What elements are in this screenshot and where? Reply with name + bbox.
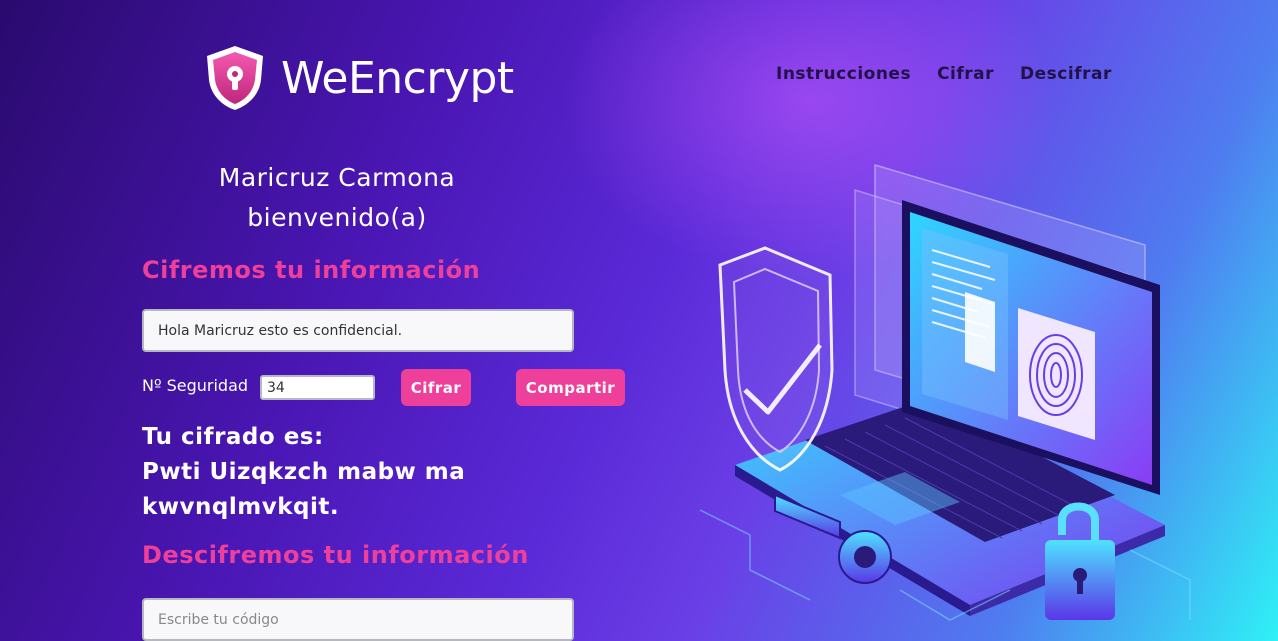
security-number-input[interactable]	[260, 375, 375, 400]
cipher-button[interactable]: Cifrar	[401, 369, 471, 406]
encrypt-section-title: Cifremos tu información	[142, 256, 481, 284]
cipher-result: Tu cifrado es: Pwti Uizqkzch mabw ma kwv…	[142, 420, 502, 525]
decrypt-section-title: Descifremos tu información	[142, 541, 529, 569]
welcome-message: Maricruz Carmona bienvenido(a)	[142, 158, 532, 238]
cipher-result-label: Tu cifrado es:	[142, 424, 324, 450]
security-number-label: Nº Seguridad	[142, 376, 249, 395]
user-name: Maricruz Carmona	[218, 163, 456, 192]
security-laptop-illustration	[699, 163, 1191, 621]
top-nav: Instrucciones Cifrar Descifrar	[776, 64, 1112, 84]
nav-descifrar[interactable]: Descifrar	[1020, 64, 1112, 84]
brand-name: WeEncrypt	[281, 52, 514, 104]
welcome-greeting: bienvenido(a)	[247, 203, 427, 232]
code-input[interactable]	[142, 598, 574, 641]
share-button[interactable]: Compartir	[516, 369, 625, 406]
shield-lock-icon	[207, 46, 263, 110]
cipher-result-value: Pwti Uizqkzch mabw ma kwvnqlmvkqit.	[142, 459, 466, 520]
nav-instrucciones[interactable]: Instrucciones	[776, 64, 911, 84]
nav-cifrar[interactable]: Cifrar	[937, 64, 994, 84]
brand-logo[interactable]: WeEncrypt	[203, 44, 514, 112]
message-input[interactable]	[142, 309, 574, 352]
